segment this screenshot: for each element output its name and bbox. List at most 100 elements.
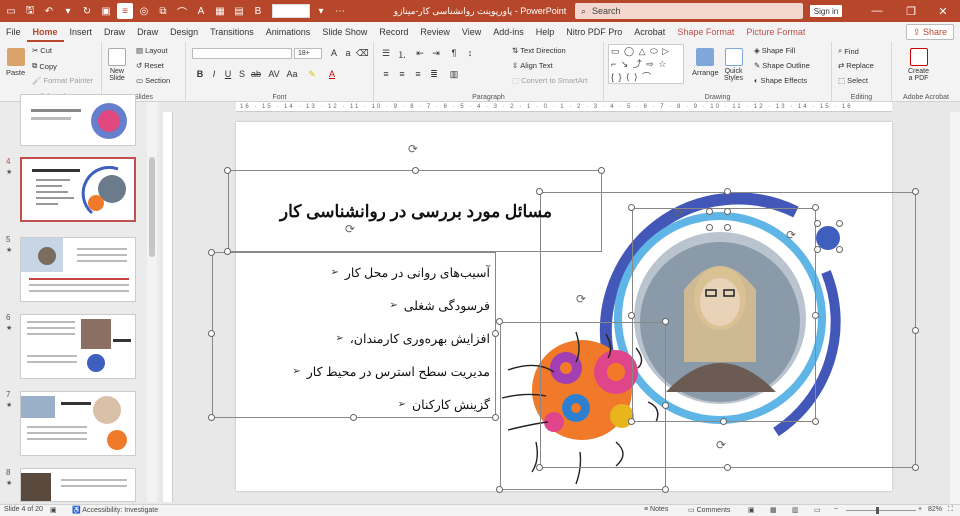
bullet-item-1[interactable]: آسیب‌های روانی در محل کار ➢: [330, 265, 490, 280]
resize-handle[interactable]: [812, 204, 819, 211]
resize-handle[interactable]: [628, 312, 635, 319]
resize-handle[interactable]: [628, 204, 635, 211]
shape-effects-button[interactable]: ◐ Shape Effects: [754, 76, 807, 85]
find-button[interactable]: ⌕ Find: [838, 46, 859, 56]
columns-icon[interactable]: ▥: [448, 69, 460, 80]
tab-review[interactable]: Review: [414, 22, 456, 42]
resize-handle[interactable]: [724, 208, 731, 215]
tab-animations[interactable]: Animations: [260, 22, 317, 42]
minimize-icon[interactable]: —: [860, 0, 894, 22]
tab-view[interactable]: View: [456, 22, 487, 42]
resize-handle[interactable]: [912, 188, 919, 195]
decrease-indent-icon[interactable]: ⇤: [414, 48, 426, 59]
resize-handle[interactable]: [706, 224, 713, 231]
normal-view-icon[interactable]: ▣: [748, 506, 755, 514]
slide-title[interactable]: مسائل مورد بررسی در روانشناسی کار: [280, 202, 552, 222]
resize-handle[interactable]: [812, 418, 819, 425]
resize-handle[interactable]: [912, 327, 919, 334]
resize-handle[interactable]: [706, 208, 713, 215]
reading-view-icon[interactable]: ▥: [792, 506, 799, 514]
tab-shape-format[interactable]: Shape Format: [671, 22, 740, 42]
resize-handle[interactable]: [536, 464, 543, 471]
font-size-combo[interactable]: 18+: [294, 48, 322, 59]
rotate-handle-icon[interactable]: ⟳: [576, 292, 586, 306]
resize-handle[interactable]: [412, 167, 419, 174]
resize-handle[interactable]: [492, 414, 499, 421]
quick-styles-button[interactable]: Quick Styles: [724, 48, 743, 82]
resize-handle[interactable]: [814, 246, 821, 253]
zoom-out-icon[interactable]: −: [834, 506, 838, 513]
ltr-icon[interactable]: ¶: [448, 48, 460, 58]
resize-handle[interactable]: [208, 414, 215, 421]
bullet-item-3[interactable]: افزایش بهره‌وری کارمندان، ➢: [335, 331, 490, 346]
shapes-gallery[interactable]: ▭ ◯ △ ⬭ ▷ ⌐ ↘ ⤴ ⇨ ☆{ } ⟨ ⟩ ⌒: [608, 44, 684, 84]
slide-thumbnail-5[interactable]: [20, 237, 136, 302]
resize-handle[interactable]: [662, 318, 669, 325]
slide-thumbnail-4[interactable]: [20, 157, 136, 222]
cut-button[interactable]: ✂ Cut: [32, 46, 52, 55]
align-right-icon[interactable]: ≡: [412, 69, 424, 79]
slide-thumbnail-6[interactable]: [20, 314, 136, 379]
slide-thumbnail-8[interactable]: [20, 468, 136, 502]
select-button[interactable]: ⬚ Select: [838, 76, 868, 85]
increase-indent-icon[interactable]: ⇥: [430, 48, 442, 59]
undo-icon[interactable]: ↶: [41, 3, 57, 19]
rotate-handle-icon[interactable]: ⟳: [716, 438, 726, 452]
shape-icon[interactable]: ⌒: [174, 3, 190, 19]
zoom-in-icon[interactable]: +: [918, 506, 922, 513]
bold-icon[interactable]: B: [194, 69, 206, 79]
vertical-ruler[interactable]: [163, 112, 173, 502]
font-color-icon[interactable]: A: [326, 69, 338, 79]
reset-button[interactable]: ↺ Reset: [136, 61, 164, 70]
picture-icon[interactable]: ▤: [231, 3, 247, 19]
quick-font-size-box[interactable]: [272, 4, 310, 18]
section-button[interactable]: ▭ Section: [136, 76, 170, 85]
horizontal-ruler[interactable]: 16 · 15 · 14 · 13 · 12 · 11 · 10 · 9 · 8…: [236, 102, 892, 112]
close-icon[interactable]: ✕: [926, 0, 960, 22]
arrange-button[interactable]: Arrange: [692, 48, 719, 77]
resize-handle[interactable]: [720, 418, 727, 425]
rotate-handle-icon[interactable]: ⟳: [408, 142, 418, 156]
thumbnail-scroll-handle[interactable]: [149, 157, 155, 257]
grow-font-icon[interactable]: A: [328, 48, 340, 58]
tab-record[interactable]: Record: [373, 22, 414, 42]
resize-handle[interactable]: [836, 246, 843, 253]
shrink-font-icon[interactable]: a: [342, 48, 354, 58]
resize-handle[interactable]: [492, 330, 499, 337]
copy-icon[interactable]: ⧉: [155, 3, 171, 19]
text-direction-button[interactable]: ⇅ Text Direction: [512, 46, 566, 55]
zoom-slider-thumb[interactable]: [876, 507, 879, 514]
slideshow-icon[interactable]: ▭: [814, 506, 821, 514]
zoom-slider[interactable]: [846, 510, 916, 511]
search-input[interactable]: ⌕ Search: [575, 3, 803, 19]
bullet-item-4[interactable]: مدیریت سطح استرس در محیط کار ➢: [292, 364, 490, 379]
underline-icon[interactable]: U: [222, 69, 234, 79]
resize-handle[interactable]: [912, 464, 919, 471]
create-pdf-button[interactable]: Create a PDF: [908, 48, 929, 82]
resize-handle[interactable]: [208, 249, 215, 256]
undo-dropdown-icon[interactable]: ▾: [60, 3, 76, 19]
share-button[interactable]: ⇪ Share: [905, 24, 954, 40]
spelling-icon[interactable]: ▣: [50, 506, 57, 514]
resize-handle[interactable]: [224, 248, 231, 255]
resize-handle[interactable]: [224, 167, 231, 174]
format-painter-button[interactable]: 🖌 Format Painter: [32, 76, 93, 85]
slide-canvas[interactable]: ⟳ ⟳ ⟳ ⟳ ⟳ ⟳ مسائل مورد بررسی در روانشناس…: [208, 122, 919, 493]
slide-thumbnail-7[interactable]: [20, 391, 136, 456]
tab-add-ins[interactable]: Add-ins: [487, 22, 530, 42]
resize-handle[interactable]: [496, 486, 503, 493]
resize-handle[interactable]: [724, 188, 731, 195]
resize-handle[interactable]: [628, 418, 635, 425]
resize-handle[interactable]: [836, 220, 843, 227]
bold-quick-icon[interactable]: B: [250, 3, 266, 19]
tab-nitro-pdf-pro[interactable]: Nitro PDF Pro: [560, 22, 628, 42]
align-center-icon[interactable]: ≡: [396, 69, 408, 79]
slide-thumbnail-3[interactable]: [20, 94, 136, 146]
tab-file[interactable]: File: [0, 22, 27, 42]
rotate-handle-icon[interactable]: ⟳: [786, 228, 796, 242]
resize-handle[interactable]: [598, 167, 605, 174]
zoom-level[interactable]: 82%: [928, 506, 942, 513]
autosave-icon[interactable]: ▭: [3, 3, 19, 19]
copy-button[interactable]: ⧉ Copy: [32, 61, 57, 71]
align-left-icon[interactable]: ≡: [380, 69, 392, 79]
